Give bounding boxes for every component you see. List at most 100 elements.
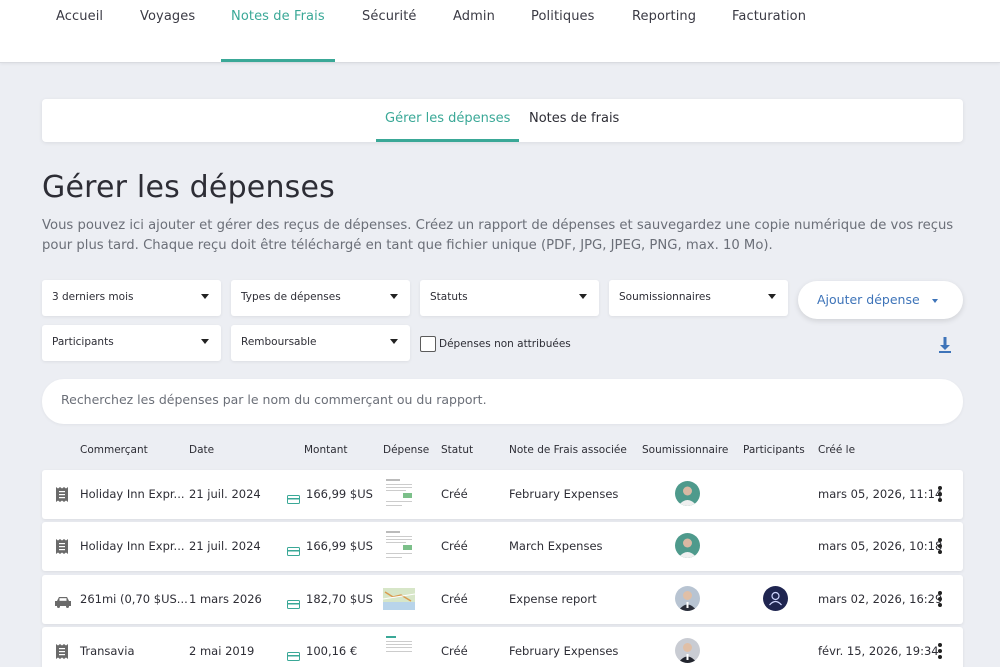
participants-dropdown-label: Participants	[52, 336, 114, 348]
merchant-name: Holiday Inn Expr...	[80, 487, 185, 501]
nav-item-notes-de-frais[interactable]: Notes de Frais	[231, 9, 325, 24]
header-created[interactable]: Créé le	[818, 444, 855, 456]
cash-icon	[287, 594, 300, 613]
expense-amount: 166,99 $US	[306, 539, 373, 553]
caret-down-icon	[579, 294, 587, 299]
merchant-name: 261mi (0,70 $US...	[80, 592, 188, 606]
receipt-thumbnail[interactable]	[383, 633, 415, 667]
page-description: Vous pouvez ici ajouter et gérer des reç…	[42, 218, 954, 253]
associated-report[interactable]: March Expenses	[509, 539, 603, 553]
table-row[interactable]: Holiday Inn Expr... 21 juil. 2024 166,99…	[42, 522, 963, 571]
expense-amount: 166,99 $US	[306, 487, 373, 501]
checkbox-box[interactable]	[420, 336, 436, 352]
receipt-icon	[56, 539, 68, 558]
expense-date: 21 juil. 2024	[189, 539, 261, 553]
header-expense: Dépense	[383, 444, 430, 456]
expense-amount: 182,70 $US	[306, 592, 373, 606]
submitters-dropdown[interactable]: Soumissionnaires	[609, 280, 788, 316]
table-row[interactable]: Transavia 2 mai 2019 100,16 € Créé Febru…	[42, 627, 963, 667]
nav-item-admin[interactable]: Admin	[453, 9, 495, 24]
expense-status: Créé	[441, 487, 468, 501]
caret-down-icon	[390, 294, 398, 299]
expense-amount: 100,16 €	[306, 644, 358, 658]
page-title: Gérer les dépenses	[42, 170, 335, 205]
caret-down-icon	[932, 299, 938, 303]
status-dropdown[interactable]: Statuts	[420, 280, 599, 316]
cash-icon	[287, 489, 300, 508]
submitter-avatar	[675, 586, 700, 611]
cash-icon	[287, 646, 300, 665]
tab-notes-de-frais[interactable]: Notes de frais	[529, 111, 619, 126]
expense-status: Créé	[441, 592, 468, 606]
nav-active-indicator	[221, 59, 335, 62]
search-input[interactable]	[61, 392, 941, 407]
merchant-name: Transavia	[80, 644, 135, 658]
header-amount[interactable]: Montant	[304, 444, 347, 456]
map-thumbnail[interactable]	[383, 588, 415, 610]
nav-item-voyages[interactable]: Voyages	[140, 9, 195, 24]
participants-dropdown[interactable]: Participants	[42, 325, 221, 361]
search-bar	[42, 379, 963, 424]
download-icon[interactable]	[938, 337, 952, 353]
more-options-icon[interactable]	[937, 486, 943, 502]
expense-date: 1 mars 2026	[189, 592, 262, 606]
period-dropdown[interactable]: 3 derniers mois	[42, 280, 221, 316]
top-nav: Accueil Voyages Notes de Frais Sécurité …	[0, 0, 1000, 63]
participant-avatar	[763, 586, 788, 611]
unassigned-expenses-label: Dépenses non attribuées	[439, 338, 571, 350]
receipt-thumbnail[interactable]	[383, 476, 415, 512]
expense-status: Créé	[441, 539, 468, 553]
created-date: févr. 15, 2026, 19:34	[818, 644, 939, 658]
created-date: mars 02, 2026, 16:29	[818, 592, 943, 606]
caret-down-icon	[390, 339, 398, 344]
expense-types-dropdown[interactable]: Types de dépenses	[231, 280, 410, 316]
reimbursable-dropdown-label: Remboursable	[241, 336, 317, 348]
created-date: mars 05, 2026, 10:18	[818, 539, 943, 553]
receipt-icon	[56, 487, 68, 506]
status-dropdown-label: Statuts	[430, 291, 468, 303]
submitters-dropdown-label: Soumissionnaires	[619, 291, 711, 303]
nav-item-accueil[interactable]: Accueil	[56, 9, 103, 24]
created-date: mars 05, 2026, 11:14	[818, 487, 943, 501]
expense-date: 2 mai 2019	[189, 644, 255, 658]
header-participants: Participants	[743, 444, 805, 456]
nav-item-securite[interactable]: Sécurité	[362, 9, 417, 24]
more-options-icon[interactable]	[937, 591, 943, 607]
caret-down-icon	[201, 339, 209, 344]
cash-icon	[287, 541, 300, 560]
submitter-avatar	[675, 533, 700, 558]
header-merchant[interactable]: Commerçant	[80, 444, 148, 456]
add-expense-label: Ajouter dépense	[817, 292, 920, 307]
nav-item-reporting[interactable]: Reporting	[632, 9, 696, 24]
more-options-icon[interactable]	[937, 538, 943, 554]
expense-date: 21 juil. 2024	[189, 487, 261, 501]
submitter-avatar	[675, 481, 700, 506]
expense-types-dropdown-label: Types de dépenses	[241, 291, 341, 303]
associated-report[interactable]: Expense report	[509, 592, 597, 606]
header-report[interactable]: Note de Frais associée	[509, 444, 627, 456]
sub-tabs: Gérer les dépenses Notes de frais	[42, 99, 963, 142]
tab-gerer-depenses[interactable]: Gérer les dépenses	[385, 111, 510, 126]
table-row[interactable]: 261mi (0,70 $US... 1 mars 2026 182,70 $U…	[42, 575, 963, 624]
receipt-icon	[56, 644, 68, 663]
reimbursable-dropdown[interactable]: Remboursable	[231, 325, 410, 361]
car-icon	[55, 593, 71, 612]
table-row[interactable]: Holiday Inn Expr... 21 juil. 2024 166,99…	[42, 470, 963, 519]
header-date[interactable]: Date	[189, 444, 214, 456]
caret-down-icon	[768, 294, 776, 299]
header-status[interactable]: Statut	[441, 444, 473, 456]
period-dropdown-label: 3 derniers mois	[52, 291, 134, 303]
nav-item-politiques[interactable]: Politiques	[531, 9, 595, 24]
merchant-name: Holiday Inn Expr...	[80, 539, 185, 553]
expense-status: Créé	[441, 644, 468, 658]
more-options-icon[interactable]	[937, 643, 943, 659]
caret-down-icon	[201, 294, 209, 299]
header-submitter[interactable]: Soumissionnaire	[642, 444, 728, 456]
add-expense-button[interactable]: Ajouter dépense	[798, 281, 963, 319]
receipt-thumbnail[interactable]	[383, 528, 415, 564]
submitter-avatar	[675, 638, 700, 663]
subtab-active-indicator	[376, 139, 519, 142]
associated-report[interactable]: February Expenses	[509, 487, 618, 501]
associated-report[interactable]: February Expenses	[509, 644, 618, 658]
nav-item-facturation[interactable]: Facturation	[732, 9, 806, 24]
